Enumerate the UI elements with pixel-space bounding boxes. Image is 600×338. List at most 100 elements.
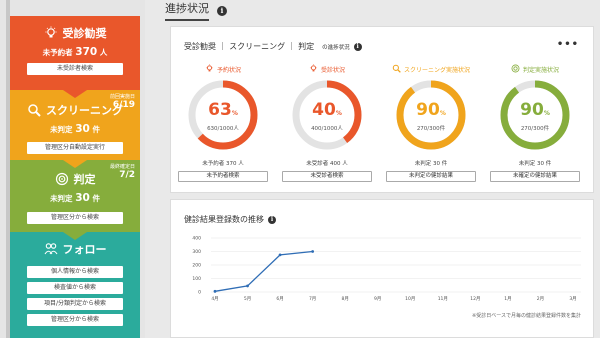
main-content: 進捗状況 i 受診勧奨 ｜ スクリーニング ｜ 判定 の進捗状況 i ••• 予… (155, 0, 600, 338)
gauge-ring: 63% 630/1000人 (186, 78, 260, 152)
gauge-ratio: 400/1000人 (311, 126, 343, 132)
progress-card-title: 受診勧奨 ｜ スクリーニング ｜ 判定 の進捗状況 i (184, 41, 362, 52)
x-tick-label: 8月 (341, 296, 348, 302)
y-tick-label: 100 (192, 276, 201, 282)
badge-label: 前回実施日 (109, 94, 135, 100)
more-options-icon[interactable]: ••• (557, 39, 579, 50)
info-icon[interactable]: i (268, 215, 276, 224)
trend-card-title: 健診結果登録数の推移 i (184, 214, 276, 225)
card-title-suffix: の進捗状況 (322, 44, 350, 51)
gauge-note: 未判定 30 件 (414, 161, 448, 167)
x-tick-label: 4月 (211, 296, 218, 302)
step-title-text: 判定 (73, 173, 96, 186)
x-tick-label: 1月 (504, 296, 511, 302)
progress-gauge: 判定実施状況 90% 270/300件 未判定 30 件 未確定の健診結果 (487, 63, 583, 182)
search-management-class-button[interactable]: 管理区分から検索 (27, 314, 123, 326)
lightbulb-icon (205, 63, 214, 75)
x-tick-label: 12月 (470, 296, 480, 302)
info-icon[interactable]: i (217, 5, 227, 16)
data-point (278, 253, 282, 257)
people-icon (44, 242, 58, 256)
search-unvisited-button[interactable]: 未受診者検索 (27, 63, 123, 75)
gauge-search-button[interactable]: 未受診者検索 (282, 171, 372, 182)
lightbulb-icon (309, 63, 318, 75)
step-title-text: フォロー (62, 243, 107, 256)
workflow-sidebar: 受診勧奨 未予約者 370 人 未受診者検索 前回実施日 6/19 スクリーニン… (0, 0, 145, 338)
gauge-note: 未予約者 370 人 (202, 161, 244, 167)
gauge-percent: 90% (416, 100, 446, 120)
gauge-percent: 40% (312, 100, 342, 120)
x-tick-label: 3月 (569, 296, 576, 302)
gauge-search-button[interactable]: 未確定の健診結果 (490, 171, 580, 182)
step-screening: 前回実施日 6/19 スクリーニング 未判定 30 件 管理区分自動設定実行 (10, 90, 140, 168)
step-follow-title: フォロー (10, 241, 140, 257)
card-title-text: 受診勧奨 ｜ スクリーニング ｜ 判定 (184, 42, 315, 51)
gauge-ratio: 270/300件 (416, 126, 446, 132)
gauge-ring: 90% 270/300件 (498, 78, 572, 152)
target-icon (511, 64, 520, 75)
x-tick-label: 5月 (244, 296, 251, 302)
data-point (311, 250, 315, 253)
step-count-value: 370 (75, 46, 98, 58)
badge-date: 7/2 (119, 170, 135, 180)
auto-classify-button[interactable]: 管理区分自動設定実行 (27, 142, 123, 154)
page-title-text: 進捗状況 (165, 0, 209, 21)
gauge-search-button[interactable]: 未予約者検索 (178, 171, 268, 182)
progress-gauge: スクリーニング実施状況 90% 270/300件 未判定 30 件 未判定の健診… (383, 63, 479, 182)
gauge-ratio: 630/1000人 (207, 126, 239, 132)
progress-gauge: 受診状況 40% 400/1000人 未受診者 400 人 未受診者検索 (279, 63, 375, 182)
x-tick-label: 10月 (405, 296, 415, 302)
chart-footnote: ※受診日ベースで月毎の健診結果登録件数を集計 (472, 313, 581, 319)
step-count: 未判定 30 件 (10, 123, 140, 135)
lightbulb-icon (44, 26, 58, 40)
step-count-value: 30 (75, 123, 90, 135)
step-count-label: 未判定 (50, 194, 73, 203)
gauge-label-text: 受診状況 (320, 66, 345, 74)
step-judgement: 最終確定日 7/2 判定 未判定 30 件 管理区分から検索 (10, 160, 140, 240)
gauge-note: 未判定 30 件 (518, 161, 552, 167)
x-tick-label: 2月 (537, 296, 544, 302)
y-tick-label: 300 (192, 249, 201, 255)
step-count-label: 未判定 (50, 125, 73, 134)
x-tick-label: 9月 (374, 296, 381, 302)
search-icon (392, 64, 401, 75)
badge-date: 6/19 (112, 100, 135, 110)
gauge-label: スクリーニング実施状況 (383, 63, 479, 75)
series-line (214, 250, 313, 292)
y-tick-label: 200 (192, 263, 201, 269)
search-icon (27, 103, 41, 117)
badge-label: 最終確定日 (109, 164, 135, 170)
x-tick-label: 6月 (276, 296, 283, 302)
progress-card: 受診勧奨 ｜ スクリーニング ｜ 判定 の進捗状況 i ••• 予約状況 63%… (170, 26, 594, 193)
x-tick-label: 7月 (309, 296, 316, 302)
search-by-class-button[interactable]: 管理区分から検索 (27, 212, 123, 224)
y-tick-label: 0 (198, 290, 201, 296)
gauge-note: 未受診者 400 人 (306, 161, 348, 167)
gauge-ring: 40% 400/1000人 (290, 78, 364, 152)
search-personal-button[interactable]: 個人情報から検索 (27, 266, 123, 278)
step-arrow (63, 232, 87, 240)
gauge-label-text: 予約状況 (216, 66, 241, 74)
page-title: 進捗状況 i (165, 0, 227, 21)
step-title-text: 受診勧奨 (62, 27, 107, 40)
step-count: 未予約者 370 人 (10, 46, 140, 58)
gauge-search-button[interactable]: 未判定の健診結果 (386, 171, 476, 182)
search-test-value-button[interactable]: 検査値から検索 (27, 282, 123, 294)
progress-gauge: 予約状況 63% 630/1000人 未予約者 370 人 未予約者検索 (175, 63, 271, 182)
step-follow: フォロー 個人情報から検索 検査値から検索 項目/分類判定から検索 管理区分から… (10, 232, 140, 332)
step-next (10, 332, 140, 338)
gauge-ratio: 270/300件 (520, 126, 550, 132)
step-count-unit: 件 (92, 194, 100, 203)
info-icon[interactable]: i (353, 42, 362, 51)
step-recommend: 受診勧奨 未予約者 370 人 未受診者検索 (10, 16, 140, 98)
gauge-ring: 90% 270/300件 (394, 78, 468, 152)
x-tick-label: 11月 (438, 296, 448, 302)
card-title-text: 健診結果登録数の推移 (184, 215, 264, 224)
gauge-percent: 63% (208, 100, 238, 120)
gauge-label: 判定実施状況 (487, 63, 583, 75)
gauge-percent: 90% (520, 100, 550, 120)
step-count-label: 未予約者 (42, 48, 73, 57)
search-item-class-button[interactable]: 項目/分類判定から検索 (27, 298, 123, 310)
gauge-label-text: 判定実施状況 (522, 66, 559, 74)
step-recommend-title: 受診勧奨 (10, 25, 140, 41)
